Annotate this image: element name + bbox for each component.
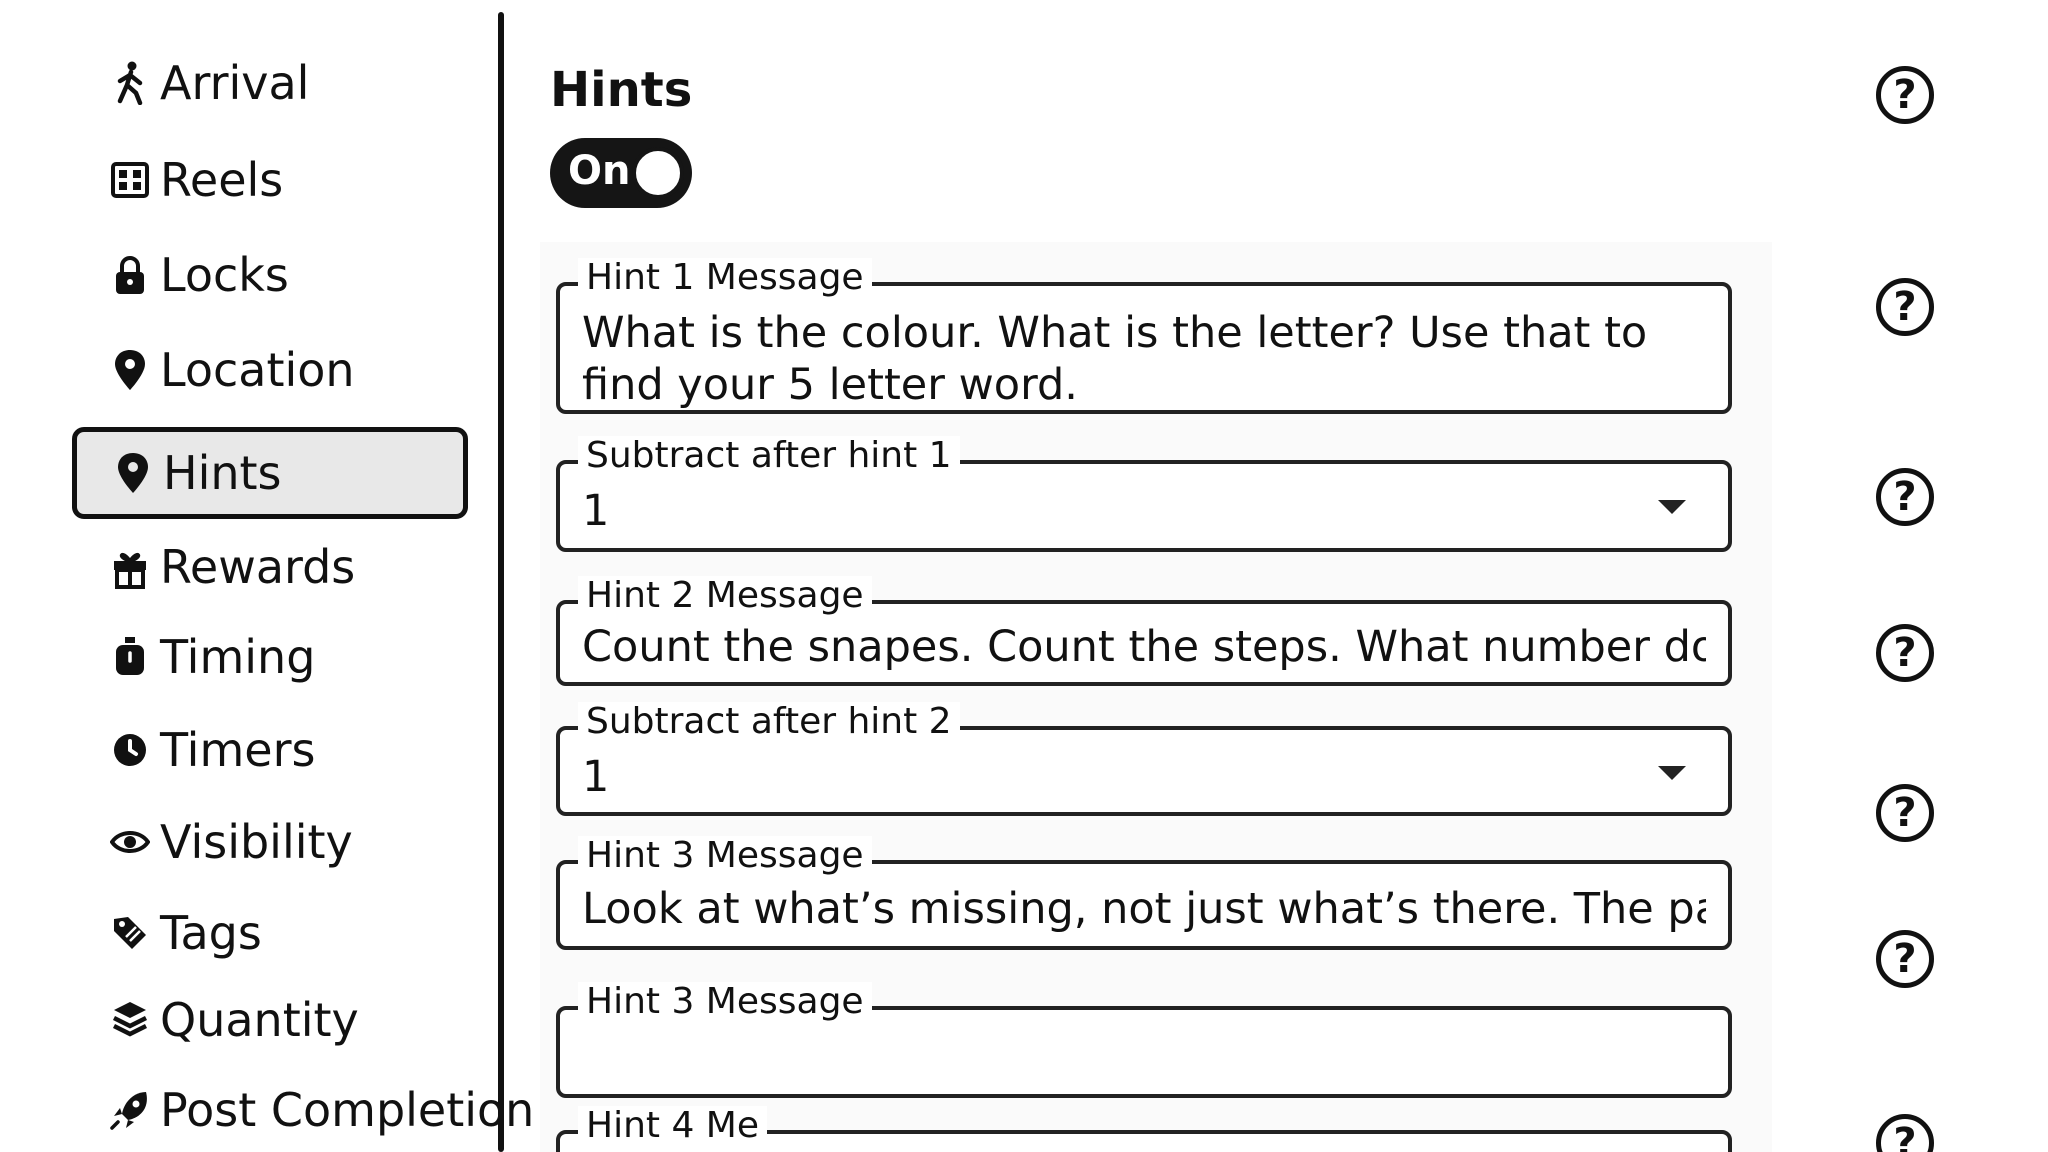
help-icon[interactable]: ? (1876, 468, 1934, 526)
sidebar-item-timers[interactable]: Timers (72, 705, 472, 795)
hint-4-message-field[interactable]: Hint 4 Me (556, 1106, 1732, 1152)
sidebar-item-label: Rewards (160, 540, 356, 594)
field-label: Subtract after hint 1 (578, 436, 960, 476)
field-value: 1 (582, 486, 610, 536)
hint-3-message-field[interactable]: Hint 3 Message Look at what’s missing, n… (556, 836, 1732, 950)
help-icon[interactable]: ? (1876, 784, 1934, 842)
sidebar-item-arrival[interactable]: Arrival (72, 38, 472, 128)
help-icon[interactable]: ? (1876, 66, 1934, 124)
sidebar-item-label: Timing (160, 630, 316, 684)
map-pin-icon (118, 453, 148, 493)
subtract-after-hint-2-select[interactable]: Subtract after hint 2 1 (556, 702, 1732, 816)
sidebar-item-label: Arrival (160, 56, 310, 110)
toggle-knob (632, 147, 684, 199)
sidebar-item-label: Quantity (160, 993, 359, 1047)
gift-icon (114, 552, 146, 589)
app-root: Arrival Reels Locks Location Hints Rewar… (0, 0, 2048, 1152)
subtract-after-hint-1-select[interactable]: Subtract after hint 1 1 (556, 436, 1732, 552)
field-value: Count the snapes. Count the steps. What … (582, 622, 1706, 672)
padlock-icon (116, 256, 144, 294)
hint-1-message-field[interactable]: Hint 1 Message What is the colour. What … (556, 258, 1732, 414)
sidebar-item-rewards[interactable]: Rewards (72, 522, 472, 612)
film-reel-icon (111, 162, 149, 198)
sidebar-item-label: Hints (163, 446, 282, 500)
field-label: Hint 1 Message (578, 258, 872, 298)
sidebar-item-label: Locks (160, 248, 289, 302)
field-label: Hint 3 Message (578, 982, 872, 1022)
sidebar-item-post-completion[interactable]: Post Completion (72, 1065, 534, 1152)
hints-toggle[interactable]: On (550, 138, 692, 208)
sidebar-item-label: Timers (160, 723, 316, 777)
field-value: Look at what’s missing, not just what’s … (582, 884, 1706, 934)
sidebar-item-label: Reels (160, 153, 284, 207)
eye-icon (110, 831, 150, 853)
rocket-icon (110, 1092, 147, 1130)
map-pin-icon (115, 350, 145, 390)
help-icon[interactable]: ? (1876, 278, 1934, 336)
sidebar-item-label: Visibility (160, 815, 353, 869)
field-label: Hint 4 Me (578, 1106, 768, 1146)
field-value: 1 (582, 752, 610, 802)
sidebar-item-visibility[interactable]: Visibility (72, 797, 472, 887)
sidebar-item-location[interactable]: Location (72, 325, 472, 415)
page-title: Hints (550, 62, 693, 118)
timer-icon (114, 734, 146, 766)
field-label: Subtract after hint 2 (578, 702, 960, 742)
stopwatch-icon (116, 637, 144, 675)
help-icon[interactable]: ? (1876, 1114, 1934, 1152)
walking-person-icon (117, 61, 143, 105)
chevron-down-icon[interactable] (1658, 500, 1686, 514)
sidebar-item-label: Post Completion (160, 1083, 535, 1137)
sidebar-divider (498, 12, 504, 1152)
help-icon[interactable]: ? (1876, 624, 1934, 682)
sidebar-item-locks[interactable]: Locks (72, 230, 472, 320)
sidebar-item-label: Tags (160, 906, 262, 960)
sidebar: Arrival Reels Locks Location Hints Rewar… (0, 0, 534, 1152)
sidebar-item-reels[interactable]: Reels (72, 135, 472, 225)
hint-2-message-field[interactable]: Hint 2 Message Count the snapes. Count t… (556, 576, 1732, 686)
sidebar-item-tags[interactable]: Tags (72, 888, 472, 978)
help-icon[interactable]: ? (1876, 930, 1934, 988)
hint-3-message-field-empty[interactable]: Hint 3 Message (556, 982, 1732, 1098)
toggle-label: On (568, 148, 631, 194)
chevron-down-icon[interactable] (1658, 766, 1686, 780)
field-label: Hint 2 Message (578, 576, 872, 616)
sidebar-item-quantity[interactable]: Quantity (72, 975, 472, 1065)
sidebar-item-hints[interactable]: Hints (72, 427, 468, 519)
tag-icon (114, 917, 146, 949)
sidebar-item-timing[interactable]: Timing (72, 612, 472, 702)
field-label: Hint 3 Message (578, 836, 872, 876)
sidebar-item-label: Location (160, 343, 355, 397)
stack-icon (112, 1002, 148, 1037)
field-value: What is the colour. What is the letter? … (582, 308, 1648, 410)
